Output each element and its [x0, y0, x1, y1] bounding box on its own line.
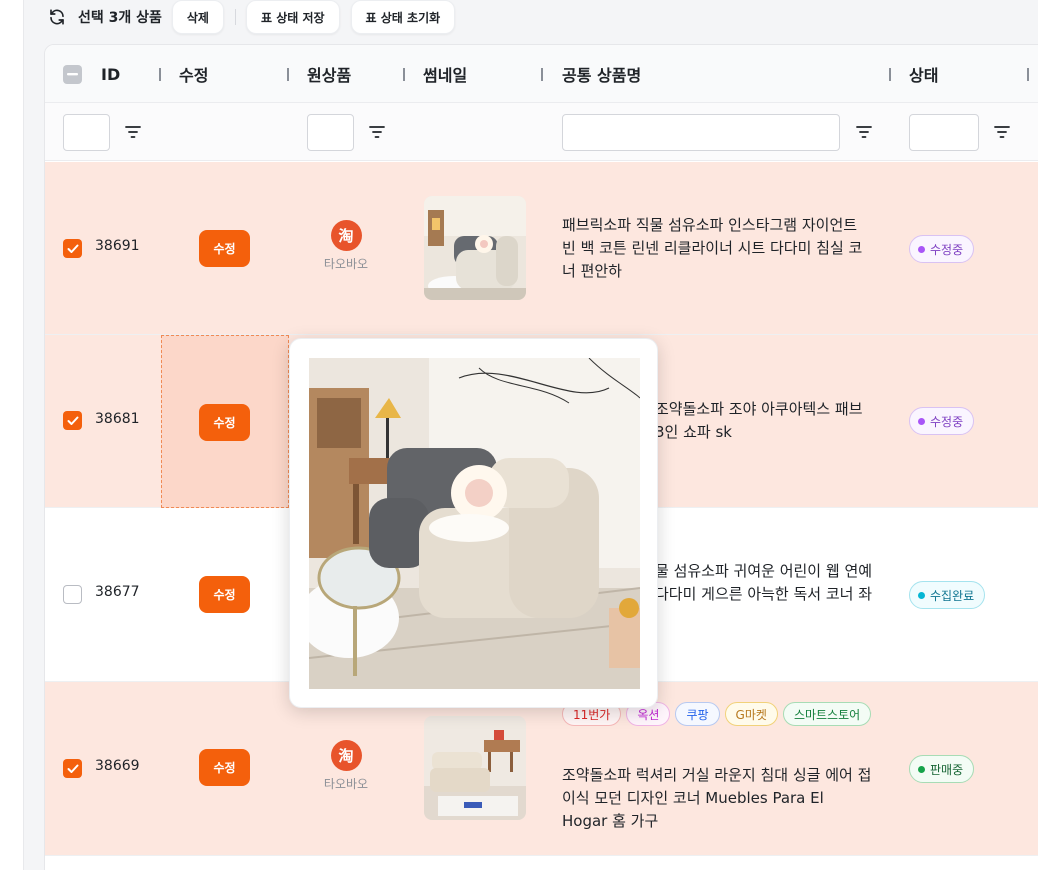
row-id: 38677 — [95, 584, 140, 600]
row-checkbox[interactable] — [63, 239, 82, 258]
status-dot — [918, 765, 925, 773]
tag-coupang: 쿠팡 — [675, 702, 720, 726]
preview-image — [309, 358, 640, 689]
edit-button[interactable]: 수정 — [199, 404, 250, 441]
edit-button[interactable]: 수정 — [199, 230, 250, 267]
toolbar: 선택 3개 상품 삭제 표 상태 저장 표 상태 초기화 — [44, 0, 466, 34]
row-checkbox[interactable] — [63, 585, 82, 604]
select-all-checkbox[interactable] — [63, 65, 82, 84]
row-checkbox[interactable] — [63, 759, 82, 778]
toolbar-divider — [234, 9, 236, 25]
status-badge: 판매중 — [909, 755, 975, 783]
left-sidebar-strip — [0, 0, 24, 870]
refresh-icon[interactable] — [44, 4, 70, 30]
source-label: 타오바오 — [323, 257, 369, 271]
table-row[interactable]: 38691 수정 淘 타오바오 패브릭소파 직물 섬유소파 인스타그램 자이언트… — [45, 162, 1038, 335]
source-taobao[interactable]: 淘 타오바오 — [321, 740, 371, 792]
filter-icon[interactable] — [368, 123, 386, 141]
tag-smartstore: 스마트스토어 — [782, 702, 872, 726]
row-id: 38681 — [95, 411, 140, 427]
product-thumbnail[interactable] — [424, 716, 526, 820]
status-label: 판매중 — [930, 762, 964, 777]
status-label: 수정중 — [930, 414, 964, 429]
selection-count-label: 선택 3개 상품 — [78, 10, 162, 26]
source-label: 타오바오 — [323, 777, 369, 791]
status-badge: 수정중 — [909, 235, 975, 263]
column-header-status[interactable]: 상태 — [909, 45, 938, 103]
filter-icon[interactable] — [855, 123, 873, 141]
filter-icon[interactable] — [993, 123, 1011, 141]
edit-button[interactable]: 수정 — [199, 576, 250, 613]
table-header: ID 수정 원상품 썸네일 공통 상품명 상태 — [45, 45, 1038, 103]
column-resizer[interactable] — [403, 68, 405, 81]
status-filter-input[interactable] — [909, 114, 979, 151]
status-dot — [918, 417, 925, 425]
column-resizer[interactable] — [541, 68, 543, 81]
source-taobao[interactable]: 淘 타오바오 — [321, 220, 371, 272]
product-thumbnail[interactable] — [424, 196, 526, 300]
taobao-logo-icon: 淘 — [330, 740, 362, 771]
status-dot — [918, 591, 925, 599]
product-name: 조약돌소파 럭셔리 거실 라운지 침대 싱글 에어 접이식 모던 디자인 코너 … — [562, 766, 872, 830]
column-resizer[interactable] — [287, 68, 289, 81]
product-name: 물 섬유소파 귀여운 어린이 웹 연예 다다미 게으른 아늑한 독서 코너 좌 — [655, 562, 873, 603]
row-id: 38691 — [95, 238, 140, 254]
status-label: 수집완료 — [930, 588, 975, 603]
row-id: 38669 — [95, 758, 140, 774]
row-checkbox[interactable] — [63, 411, 82, 430]
filter-row — [45, 103, 1038, 161]
column-resizer[interactable] — [889, 68, 891, 81]
delete-button[interactable]: 삭제 — [171, 0, 224, 34]
thumbnail-preview-popup — [289, 338, 658, 708]
filter-icon[interactable] — [124, 123, 142, 141]
save-table-state-button[interactable]: 표 상태 저장 — [245, 0, 340, 34]
status-badge: 수집완료 — [909, 581, 986, 609]
column-resizer[interactable] — [159, 68, 161, 81]
edit-button[interactable]: 수정 — [199, 749, 250, 786]
status-dot — [918, 245, 925, 253]
tag-gmarket: G마켓 — [724, 702, 778, 726]
product-name: 조약돌소파 조야 아쿠아텍스 패브 3인 쇼파 sk — [655, 400, 863, 441]
status-label: 수정중 — [930, 242, 964, 257]
status-badge: 수정중 — [909, 407, 975, 435]
source-filter-input[interactable] — [307, 114, 354, 151]
column-header-thumbnail[interactable]: 썸네일 — [423, 45, 467, 103]
column-header-source[interactable]: 원상품 — [307, 45, 351, 103]
taobao-logo-icon: 淘 — [330, 220, 362, 251]
column-header-name[interactable]: 공통 상품명 — [562, 45, 641, 103]
reset-table-state-button[interactable]: 표 상태 초기화 — [350, 0, 456, 34]
column-header-edit[interactable]: 수정 — [179, 45, 208, 103]
column-resizer[interactable] — [1027, 68, 1029, 81]
id-filter-input[interactable] — [63, 114, 110, 151]
product-name: 패브릭소파 직물 섬유소파 인스타그램 자이언트 빈 백 코튼 린넨 리클라이너… — [562, 216, 863, 280]
table-row[interactable]: 38669 수정 淘 타오바오 11번가 옥션 쿠팡 G마켓 스마트스토어 조약… — [45, 682, 1038, 856]
name-filter-input[interactable] — [562, 114, 840, 151]
column-header-id[interactable]: ID — [101, 45, 120, 103]
